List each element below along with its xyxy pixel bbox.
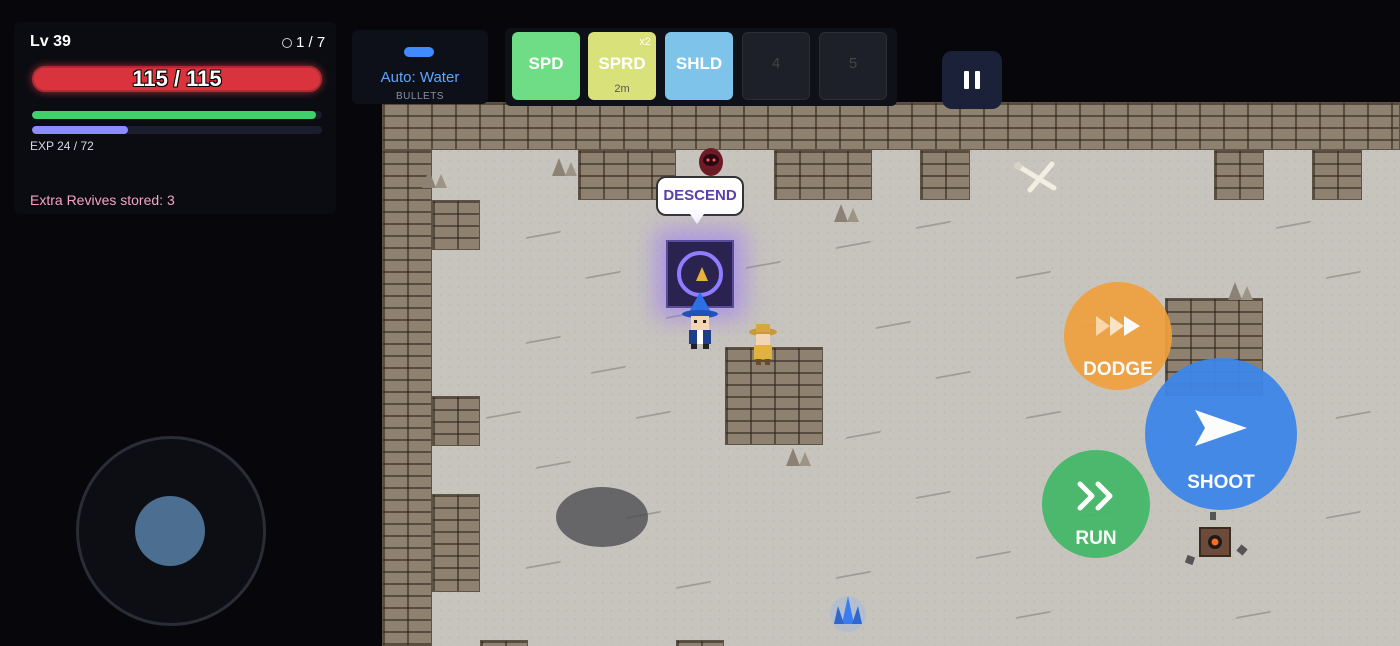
exp-fill	[32, 126, 128, 134]
wall-block	[920, 150, 970, 200]
joystick-knob[interactable]	[135, 496, 205, 566]
skill-shield-label: SHLD	[675, 54, 723, 73]
skill-slot-4-label: 4	[771, 55, 781, 72]
exp-label: EXP 24 / 72	[30, 139, 94, 153]
revives-label: Extra Revives stored: 3	[30, 192, 175, 208]
companion-explorer	[749, 324, 777, 365]
mana-bar	[32, 111, 322, 119]
hooded-enemy	[699, 148, 723, 176]
dodge-label: DODGE	[1083, 359, 1153, 380]
floor-icon	[282, 37, 292, 48]
wall-block	[1214, 150, 1264, 200]
floor-progress-label: 1 / 7	[296, 34, 326, 51]
floor-spike	[834, 204, 859, 222]
run-label: RUN	[1075, 528, 1117, 549]
wall-block	[676, 640, 724, 646]
skill-slot-4[interactable]: 4	[742, 32, 810, 100]
dodge-button[interactable]: DODGE	[1064, 282, 1172, 390]
skill-tray: SPD x2 SPRD 2m SHLD 4 5	[505, 28, 897, 106]
floor-spike	[786, 448, 811, 466]
pause-icon	[964, 71, 969, 89]
portal-arrow-icon	[696, 267, 708, 281]
run-icon	[1077, 481, 1113, 511]
health-bar: 115 / 115	[32, 66, 322, 92]
auto-weapon-panel[interactable]: Auto: Water BULLETS	[352, 30, 488, 104]
turret-icon	[1184, 512, 1248, 566]
descend-label: DESCEND	[663, 187, 737, 204]
wall-block	[774, 150, 872, 200]
skill-slot-speed[interactable]: SPD	[512, 32, 580, 100]
skill-spread-label: SPRD	[598, 54, 646, 73]
run-button[interactable]: RUN	[1042, 450, 1150, 558]
water-bullet-icon	[404, 47, 434, 57]
wall-block	[1312, 150, 1362, 200]
player-wizard	[682, 292, 718, 349]
descend-prompt[interactable]: DESCEND	[656, 176, 744, 224]
skill-slot-5[interactable]: 5	[819, 32, 887, 100]
shoot-icon	[1195, 410, 1247, 446]
health-label: 115 / 115	[132, 66, 222, 91]
skill-slot-5-label: 5	[848, 55, 858, 72]
shoot-button[interactable]: SHOOT	[1145, 358, 1297, 510]
mana-fill	[32, 111, 317, 119]
pause-button[interactable]	[942, 51, 1002, 109]
wall-block	[480, 640, 528, 646]
wall-top	[382, 102, 1400, 150]
weapon-sub-label: BULLETS	[396, 91, 444, 102]
wall-block	[432, 200, 480, 250]
level-label: Lv 39	[30, 33, 71, 50]
crystal-icon	[830, 596, 866, 632]
exp-bar	[32, 126, 322, 134]
bones-icon	[1014, 161, 1057, 193]
skill-slot-spread[interactable]: x2 SPRD 2m	[588, 32, 656, 100]
skill-speed-label: SPD	[528, 54, 564, 73]
shoot-label: SHOOT	[1187, 472, 1255, 493]
skill-spread-multiplier: x2	[639, 36, 651, 48]
game-screen: DESCEND Lv 39 1 / 7 115 / 115 EXP 24 / 7…	[0, 0, 1400, 646]
dodge-icon	[1096, 316, 1140, 336]
shadow-puddle	[556, 487, 648, 547]
weapon-label: Auto: Water	[380, 69, 460, 86]
floor-spike	[1228, 282, 1253, 300]
skill-slot-shield[interactable]: SHLD	[665, 32, 733, 100]
skill-spread-timer: 2m	[614, 83, 630, 95]
wall-block	[432, 494, 480, 592]
floor-progress: 1 / 7	[282, 34, 325, 51]
floor-spike	[552, 158, 577, 176]
wall-block	[432, 396, 480, 446]
wall-left	[382, 150, 432, 646]
floor-spike	[422, 170, 447, 188]
